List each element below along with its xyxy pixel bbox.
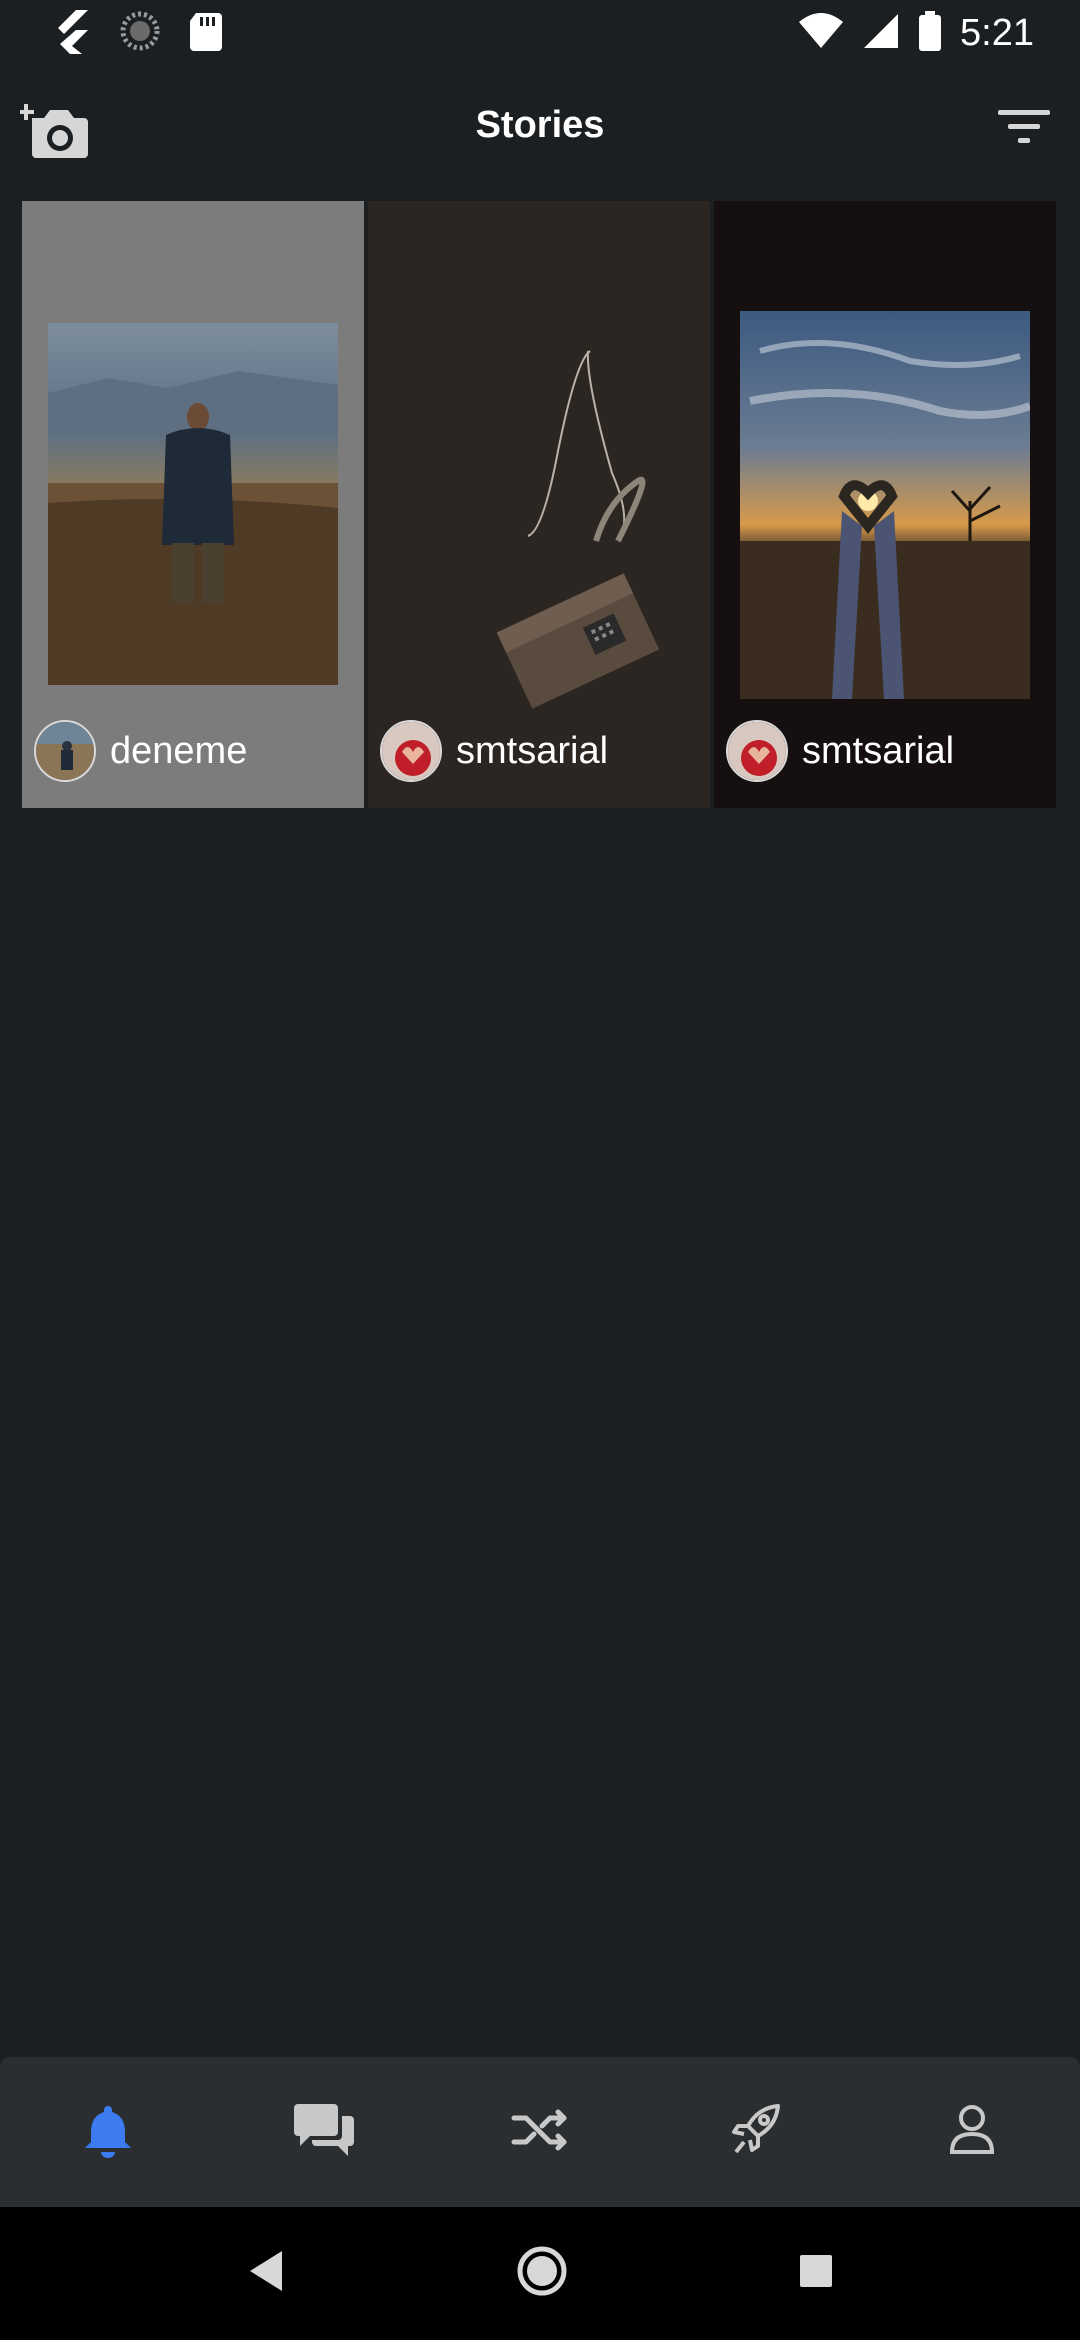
loading-icon — [120, 11, 160, 56]
app-bar: Stories — [0, 66, 1080, 190]
recents-icon[interactable] — [798, 2253, 834, 2294]
avatar — [380, 720, 442, 782]
story-author: deneme — [34, 720, 247, 782]
home-icon[interactable] — [516, 2245, 568, 2302]
profile-icon — [948, 2104, 996, 2161]
story-author: smtsarial — [380, 720, 608, 782]
flutter-icon — [50, 8, 92, 59]
shuffle-icon — [510, 2106, 570, 2159]
nav-item-discover[interactable] — [706, 2082, 806, 2182]
status-time: 5:21 — [960, 11, 1034, 54]
author-name: smtsarial — [802, 729, 955, 772]
battery-icon — [918, 10, 942, 56]
story-card[interactable]: smtsarial — [368, 201, 710, 808]
stories-grid: deneme smtsarial smtsarial — [22, 201, 1058, 808]
story-photo-heart-hands-sunset — [740, 311, 1030, 699]
page-title: Stories — [475, 104, 605, 146]
bottom-navigation — [0, 2057, 1080, 2207]
wifi-icon — [798, 12, 844, 55]
nav-item-notifications[interactable] — [58, 2082, 158, 2182]
nav-item-profile[interactable] — [922, 2082, 1022, 2182]
author-name: smtsarial — [456, 729, 609, 772]
story-photo-telephone-handset — [368, 201, 710, 721]
back-icon[interactable] — [246, 2249, 286, 2298]
signal-icon — [862, 12, 900, 55]
bell-icon — [81, 2102, 135, 2163]
filter-icon — [994, 110, 1054, 156]
add-photo-icon — [18, 104, 90, 164]
status-bar: 5:21 — [0, 0, 1080, 66]
story-photo-man-in-field — [48, 323, 338, 685]
story-author: smtsarial — [726, 720, 954, 782]
nav-item-shuffle[interactable] — [490, 2082, 590, 2182]
story-card[interactable]: smtsarial — [714, 201, 1056, 808]
rocket-icon — [730, 2102, 782, 2163]
sd-card-icon — [188, 11, 224, 56]
avatar — [726, 720, 788, 782]
story-card[interactable]: deneme — [22, 201, 364, 808]
system-navigation-bar — [0, 2207, 1080, 2340]
filter-button[interactable] — [994, 104, 1054, 152]
author-name: deneme — [110, 729, 248, 772]
nav-item-messages[interactable] — [274, 2082, 374, 2182]
avatar — [34, 720, 96, 782]
chat-icon — [292, 2102, 356, 2163]
